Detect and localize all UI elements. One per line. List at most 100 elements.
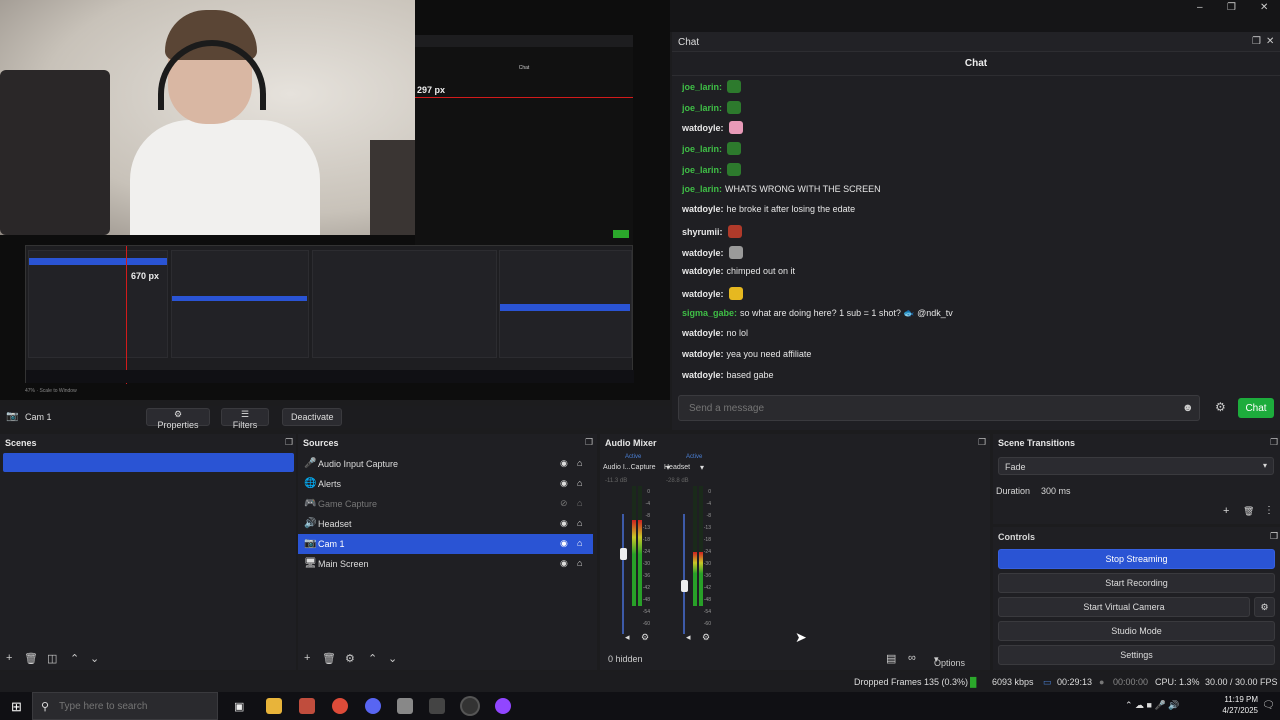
file-explorer-icon[interactable] bbox=[266, 698, 282, 714]
chrome-icon[interactable] bbox=[332, 698, 348, 714]
channel-menu-icon[interactable]: ▾ bbox=[700, 463, 704, 472]
close-icon[interactable]: ✕ bbox=[1266, 36, 1274, 47]
trash-icon[interactable]: 🗑 bbox=[24, 652, 38, 665]
eye-icon[interactable]: ◉ bbox=[560, 478, 568, 489]
options-button[interactable]: Options ▾ bbox=[934, 654, 965, 668]
eye-icon[interactable]: ◉ bbox=[560, 558, 568, 569]
volume-slider-knob[interactable] bbox=[620, 547, 627, 560]
lock-icon[interactable]: ⌂ bbox=[577, 518, 582, 528]
source-item[interactable]: 🌐 Alerts ◉ ⌂ bbox=[298, 474, 593, 494]
chat-username[interactable]: watdoyle: bbox=[682, 349, 724, 359]
trash-icon[interactable]: 🗑 bbox=[322, 652, 336, 665]
gear-icon[interactable]: ⚙ bbox=[641, 632, 649, 643]
chat-username[interactable]: sigma_gabe: bbox=[682, 308, 737, 318]
chat-username[interactable]: joe_larin: bbox=[682, 103, 722, 113]
lock-icon[interactable]: ⌂ bbox=[577, 498, 582, 508]
discord-icon[interactable] bbox=[365, 698, 381, 714]
eye-icon[interactable]: ◉ bbox=[560, 518, 568, 529]
add-icon[interactable]: + bbox=[6, 652, 12, 664]
gear-icon[interactable]: ⚙ bbox=[345, 652, 355, 665]
lock-icon[interactable]: ⌂ bbox=[577, 558, 582, 568]
chat-username[interactable]: joe_larin: bbox=[682, 82, 722, 92]
eye-icon[interactable]: ◉ bbox=[560, 538, 568, 549]
dock-popout-icon[interactable]: ❐ bbox=[978, 437, 986, 448]
task-view-icon[interactable]: ▣ bbox=[234, 700, 244, 713]
transition-select[interactable]: Fade ▾ bbox=[998, 457, 1274, 475]
start-recording-button[interactable]: Start Recording bbox=[998, 573, 1275, 593]
trash-icon[interactable]: 🗑 bbox=[1243, 506, 1254, 517]
chat-settings-icon[interactable]: ⚙ bbox=[1215, 400, 1226, 414]
virtual-camera-settings-icon[interactable]: ⚙ bbox=[1254, 597, 1275, 617]
emoji-icon[interactable]: ☻ bbox=[1182, 402, 1194, 414]
add-icon[interactable]: + bbox=[304, 652, 310, 664]
source-item[interactable]: 🔊 Headset ◉ ⌂ bbox=[298, 514, 593, 534]
preview-canvas[interactable]: Chat 297 px 670 px 47% · Scale to Window bbox=[0, 0, 670, 400]
stop-streaming-button[interactable]: Stop Streaming bbox=[998, 549, 1275, 569]
windows-start-icon[interactable]: ⊞ bbox=[11, 699, 22, 715]
dock-popout-icon[interactable]: ❐ bbox=[1270, 531, 1278, 542]
chat-username[interactable]: shyrumii: bbox=[682, 227, 723, 237]
layout-icon[interactable]: ▤ bbox=[886, 652, 896, 665]
chat-username[interactable]: watdoyle: bbox=[682, 370, 724, 380]
properties-button[interactable]: ⚙ Properties bbox=[146, 408, 210, 430]
scene-item-selected[interactable] bbox=[3, 453, 294, 472]
dock-popout-icon[interactable]: ❐ bbox=[585, 437, 593, 448]
duration-spinbox[interactable]: 300 ms bbox=[1038, 481, 1274, 499]
start-virtual-camera-button[interactable]: Start Virtual Camera bbox=[998, 597, 1250, 617]
chat-username[interactable]: watdoyle: bbox=[682, 204, 724, 214]
volume-slider-knob[interactable] bbox=[681, 580, 688, 592]
taskbar-search-input[interactable] bbox=[59, 693, 209, 719]
settings-icon[interactable] bbox=[397, 698, 413, 714]
volume-slider-track[interactable] bbox=[622, 514, 624, 634]
move-up-icon[interactable]: ⌃ bbox=[368, 652, 377, 665]
notification-icon[interactable]: 🗨 bbox=[1262, 700, 1275, 711]
lock-icon[interactable]: ⌂ bbox=[577, 458, 582, 468]
chat-send-button[interactable]: Chat bbox=[1238, 398, 1274, 418]
chat-username[interactable]: watdoyle: bbox=[682, 123, 724, 133]
chat-username[interactable]: watdoyle: bbox=[682, 248, 724, 258]
taskbar-search-box[interactable]: ⚲ bbox=[32, 692, 218, 720]
obs-icon[interactable] bbox=[462, 698, 478, 714]
chat-username[interactable]: watdoyle: bbox=[682, 328, 724, 338]
lock-icon[interactable]: ⌂ bbox=[577, 478, 582, 488]
close-icon[interactable]: ✕ bbox=[1260, 2, 1268, 13]
filter-icon[interactable]: ◫ bbox=[47, 652, 57, 665]
gear-icon[interactable]: ⚙ bbox=[702, 632, 710, 643]
taskbar-clock[interactable]: 11:19 PM 4/27/2025 bbox=[1198, 694, 1258, 716]
eye-icon[interactable]: ◉ bbox=[560, 458, 568, 469]
menu-dots-icon[interactable]: ⋮ bbox=[1264, 505, 1274, 516]
twitch-icon[interactable] bbox=[495, 698, 511, 714]
chat-input-box[interactable]: ☻ bbox=[678, 395, 1200, 421]
chat-username[interactable]: watdoyle: bbox=[682, 266, 724, 276]
filters-button[interactable]: ☰ Filters bbox=[221, 408, 269, 430]
eye-hidden-icon[interactable]: ⊘ bbox=[560, 498, 568, 509]
source-item[interactable]: 🖥 Main Screen ◉ ⌂ bbox=[298, 554, 593, 574]
deactivate-button[interactable]: Deactivate bbox=[282, 408, 342, 426]
move-down-icon[interactable]: ⌄ bbox=[90, 652, 99, 665]
app-icon[interactable] bbox=[299, 698, 315, 714]
lock-icon[interactable]: ⌂ bbox=[577, 538, 582, 548]
volume-slider-track[interactable] bbox=[683, 514, 685, 634]
speaker-icon[interactable]: ◂ bbox=[625, 632, 630, 643]
chat-username[interactable]: joe_larin: bbox=[682, 144, 722, 154]
move-down-icon[interactable]: ⌄ bbox=[388, 652, 397, 665]
dock-popout-icon[interactable]: ❐ bbox=[285, 437, 293, 448]
system-tray-icons[interactable]: ⌃ ☁ ■ 🎤 🔊 bbox=[1125, 700, 1179, 711]
chat-input[interactable] bbox=[679, 396, 1159, 420]
chat-username[interactable]: joe_larin: bbox=[682, 184, 722, 194]
popout-icon[interactable]: ❐ bbox=[1252, 36, 1261, 47]
chat-username[interactable]: watdoyle: bbox=[682, 289, 724, 299]
dock-popout-icon[interactable]: ❐ bbox=[1270, 437, 1278, 448]
speaker-icon[interactable]: ◂ bbox=[686, 632, 691, 643]
source-item[interactable]: 🎤 Audio Input Capture ◉ ⌂ bbox=[298, 454, 593, 474]
add-icon[interactable]: + bbox=[1223, 505, 1229, 517]
move-up-icon[interactable]: ⌃ bbox=[70, 652, 79, 665]
app-icon-2[interactable] bbox=[429, 698, 445, 714]
studio-mode-button[interactable]: Studio Mode bbox=[998, 621, 1275, 641]
minimize-icon[interactable]: – bbox=[1197, 2, 1203, 13]
source-item[interactable]: 📷 Cam 1 ◉ ⌂ bbox=[298, 534, 593, 554]
settings-button[interactable]: Settings bbox=[998, 645, 1275, 665]
chat-username[interactable]: joe_larin: bbox=[682, 165, 722, 175]
restore-icon[interactable]: ❐ bbox=[1227, 2, 1236, 13]
source-item[interactable]: 🎮 Game Capture ⊘ ⌂ bbox=[298, 494, 593, 514]
